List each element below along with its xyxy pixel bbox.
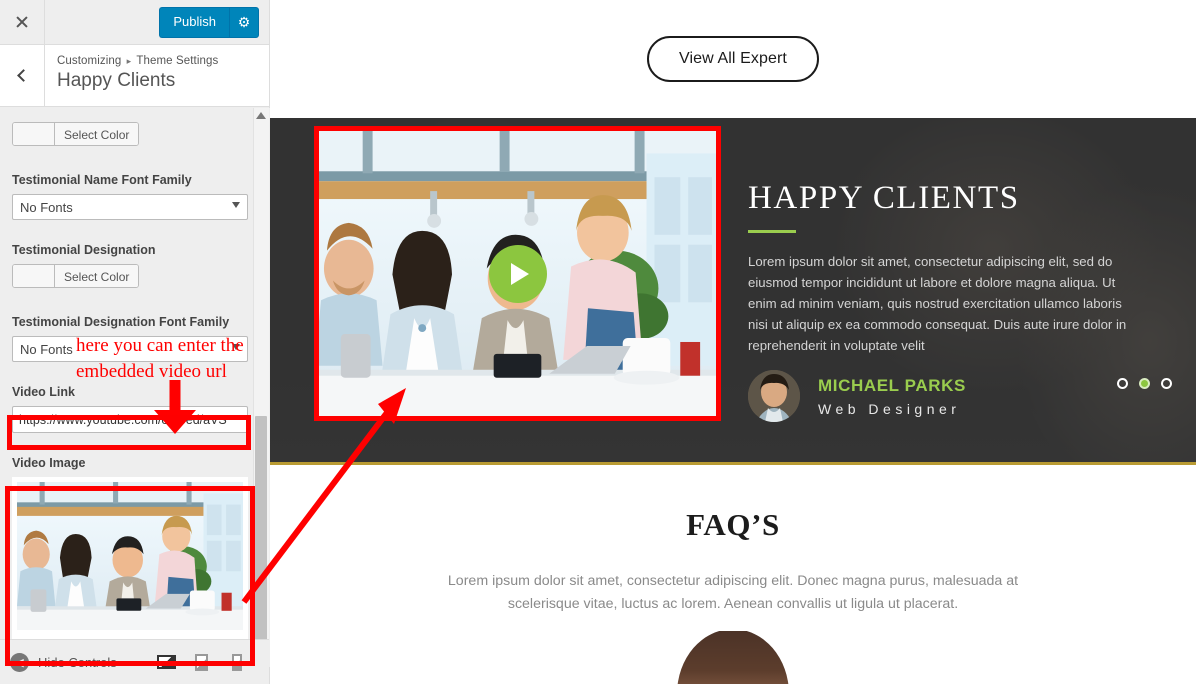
faq-person-image (638, 631, 828, 684)
color-swatch (13, 123, 55, 145)
testimonial-designation-label: Testimonial Designation (12, 243, 156, 257)
panel-title-column: Customizing ▸ Theme Settings Happy Clien… (45, 45, 218, 106)
chevron-left-icon (17, 69, 30, 82)
testimonial-designation-font-label: Testimonial Designation Font Family (12, 315, 230, 329)
customizer-header: Publish ⚙ (0, 0, 269, 45)
close-icon (15, 15, 29, 29)
chevron-down-icon (232, 202, 240, 208)
faq-person-head (677, 631, 789, 684)
mobile-preview-icon (231, 653, 242, 671)
breadcrumb-parent[interactable]: Theme Settings (136, 55, 218, 67)
happy-clients-content: HAPPY CLIENTS Lorem ipsum dolor sit amet… (270, 118, 1196, 462)
testimonial-designation-font-select[interactable]: No Fonts (12, 336, 248, 362)
customizer-controls-scroll[interactable]: Select Color Testimonial Name Font Famil… (0, 108, 270, 667)
avatar (748, 370, 800, 422)
scrollbar-thumb[interactable] (255, 416, 267, 646)
close-customizer-button[interactable] (0, 0, 45, 44)
carousel-dot-1[interactable] (1117, 378, 1128, 389)
desktop-preview-icon (157, 655, 176, 669)
testimonial-name-font-select[interactable]: No Fonts (12, 194, 248, 220)
hide-controls-button[interactable]: ◀ Hide Controls (10, 652, 117, 672)
author-name: MICHAEL PARKS (818, 375, 966, 395)
customizer-footer: ◀ Hide Controls (0, 639, 269, 684)
publish-button[interactable]: Publish (159, 6, 229, 38)
customizer-controls: Select Color Testimonial Name Font Famil… (0, 108, 258, 665)
selected-font-value: No Fonts (20, 199, 73, 215)
faq-subtitle: Lorem ipsum dolor sit amet, consectetur … (447, 573, 1019, 612)
testimonial-author: MICHAEL PARKS Web Designer (748, 370, 1168, 422)
panel-title-bar: Customizing ▸ Theme Settings Happy Clien… (0, 45, 269, 107)
carousel-dot-2[interactable] (1139, 378, 1150, 389)
carousel-dot-3[interactable] (1161, 378, 1172, 389)
tablet-preview-button[interactable] (191, 653, 212, 672)
author-role: Web Designer (818, 400, 961, 417)
video-link-input[interactable] (12, 406, 248, 433)
back-button[interactable] (0, 45, 45, 106)
avatar-image (748, 370, 800, 422)
breadcrumb-root[interactable]: Customizing (57, 55, 121, 67)
tablet-preview-icon (195, 653, 208, 671)
collapse-icon: ◀ (10, 652, 29, 672)
carousel-dots (1117, 378, 1172, 389)
title-underline (748, 230, 796, 233)
video-link-label: Video Link (12, 385, 75, 399)
faq-title: FAQ’S (686, 507, 780, 542)
testimonial-body: Lorem ipsum dolor sit amet, consectetur … (748, 254, 1127, 353)
video-image-control[interactable] (12, 477, 248, 639)
view-all-section: View All Expert (270, 0, 1196, 118)
mobile-preview-button[interactable] (226, 653, 247, 672)
testimonial-designation-color-control[interactable]: Select Color (12, 264, 140, 288)
video-image-preview (17, 482, 243, 630)
select-color-label: Select Color (55, 265, 139, 287)
publish-settings-button[interactable]: ⚙ (229, 6, 259, 38)
color-swatch (13, 265, 55, 287)
author-meta: MICHAEL PARKS Web Designer (818, 376, 966, 417)
customizer-sidebar: Publish ⚙ Customizing ▸ Theme Settings H… (0, 0, 270, 684)
gear-icon: ⚙ (237, 14, 251, 30)
video-preview-box[interactable] (314, 126, 721, 421)
section-title: HAPPY CLIENTS (748, 180, 1020, 216)
chevron-down-icon (232, 344, 240, 350)
screen-root: Publish ⚙ Customizing ▸ Theme Settings H… (0, 0, 1196, 684)
faq-section: FAQ’S Lorem ipsum dolor sit amet, consec… (270, 465, 1196, 684)
scroll-up-icon[interactable] (256, 112, 266, 119)
site-preview: View All Expert HAPPY CLIENTS Lorem ipsu… (270, 0, 1196, 684)
publish-group: Publish ⚙ (159, 6, 259, 38)
play-button[interactable] (488, 244, 547, 303)
testimonial-name-font-label: Testimonial Name Font Family (12, 173, 192, 187)
desktop-preview-button[interactable] (156, 653, 177, 672)
view-all-expert-button[interactable]: View All Expert (647, 36, 819, 82)
breadcrumb: Customizing ▸ Theme Settings (57, 55, 218, 67)
video-image-label: Video Image (12, 456, 86, 470)
happy-clients-text: HAPPY CLIENTS Lorem ipsum dolor sit amet… (748, 180, 1148, 356)
play-icon (511, 262, 529, 285)
selected-font-value: No Fonts (20, 341, 73, 357)
hide-controls-label: Hide Controls (38, 654, 117, 670)
happy-clients-section: HAPPY CLIENTS Lorem ipsum dolor sit amet… (270, 118, 1196, 465)
device-preview-buttons (156, 653, 259, 672)
customizer-scrollbar[interactable] (253, 108, 269, 667)
breadcrumb-separator-icon: ▸ (126, 56, 132, 66)
testimonial-name-color-control[interactable]: Select Color (12, 122, 140, 146)
select-color-label: Select Color (55, 123, 139, 145)
page-title: Happy Clients (57, 70, 176, 91)
